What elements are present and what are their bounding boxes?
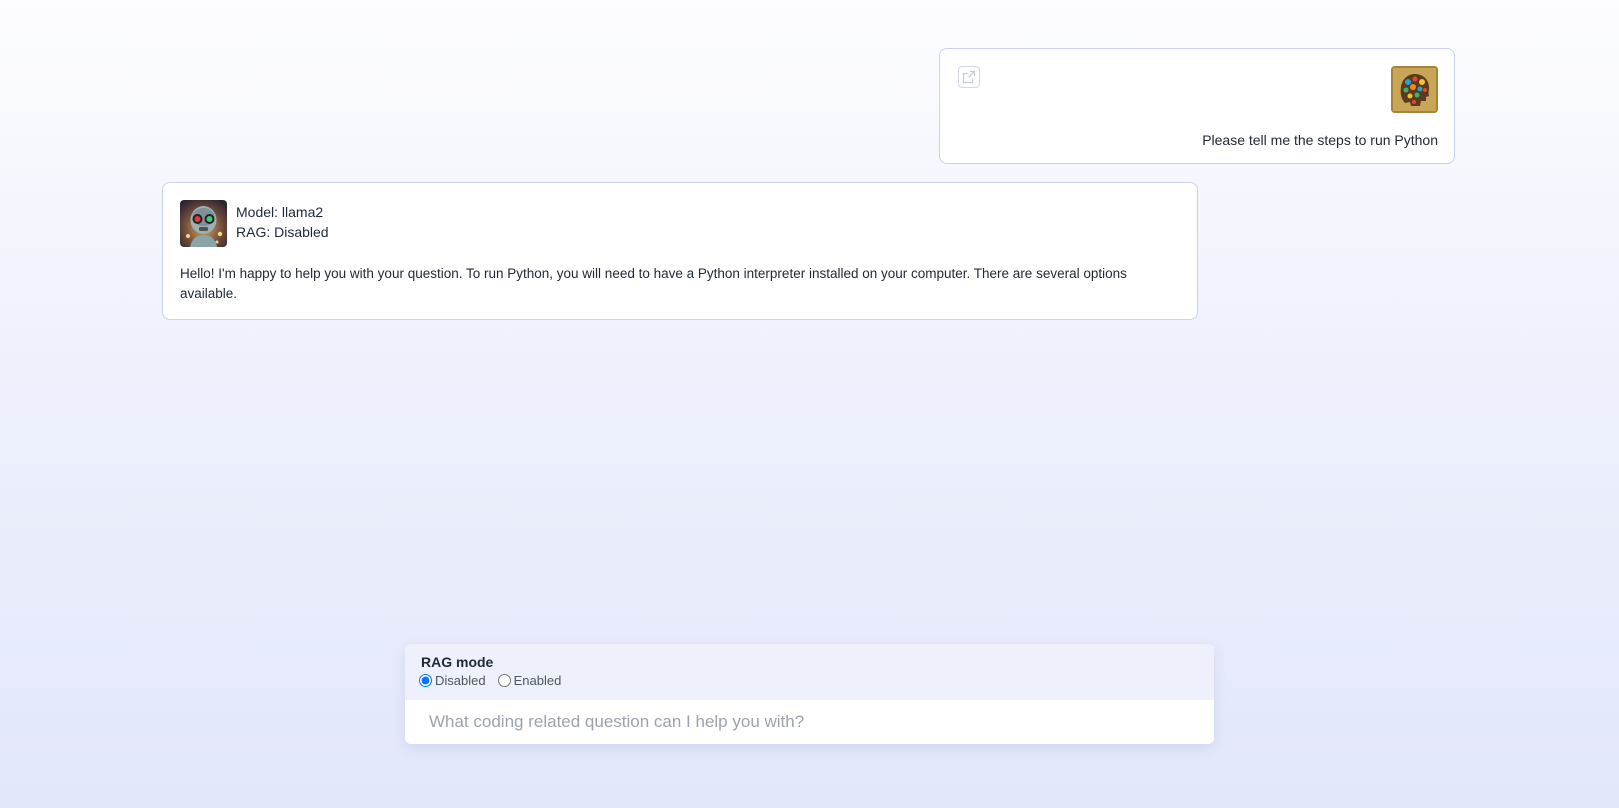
rag-mode-options: Disabled Enabled <box>419 673 573 688</box>
rag-option-enabled[interactable]: Enabled <box>497 673 562 688</box>
robot-avatar <box>180 200 227 247</box>
bot-message-card: Model: llama2 RAG: Disabled Hello! I'm h… <box>162 182 1198 320</box>
rag-status-label: RAG: Disabled <box>236 224 329 240</box>
rag-disabled-radio[interactable] <box>419 674 432 687</box>
question-panel: RAG mode Disabled Enabled <box>405 644 1214 744</box>
rag-mode-label: RAG mode <box>421 654 494 670</box>
rag-option-disabled[interactable]: Disabled <box>419 673 486 688</box>
question-input[interactable] <box>405 700 1214 744</box>
bot-message-text: Hello! I'm happy to help you with your q… <box>180 266 1127 301</box>
bot-meta: Model: llama2 RAG: Disabled <box>236 202 329 242</box>
brain-mosaic-avatar <box>1391 66 1438 113</box>
rag-enabled-label: Enabled <box>513 673 562 688</box>
rag-enabled-radio[interactable] <box>497 674 511 687</box>
external-link-icon[interactable] <box>958 66 980 88</box>
user-message-text: Please tell me the steps to run Python <box>1202 132 1438 148</box>
model-label: Model: llama2 <box>236 204 324 220</box>
user-message-card: Please tell me the steps to run Python <box>939 48 1455 164</box>
rag-disabled-label: Disabled <box>435 673 486 688</box>
